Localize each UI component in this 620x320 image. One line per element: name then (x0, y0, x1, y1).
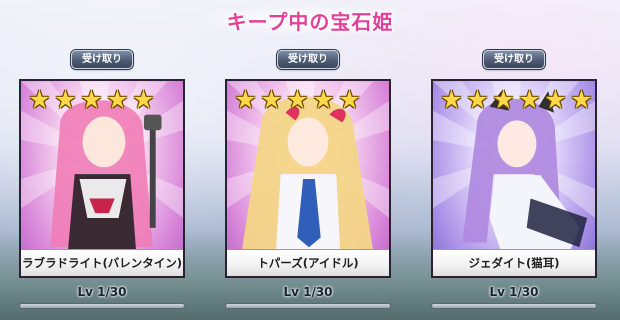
star-icon: ★ (106, 85, 129, 114)
star-icon: ★ (544, 85, 567, 114)
character-card[interactable]: ★ ★ ★ ★ ★ トパーズ(アイドル) (225, 79, 391, 278)
receive-button[interactable]: 受け取り (71, 50, 133, 69)
star-icon: ★ (466, 85, 489, 114)
receive-button[interactable]: 受け取り (483, 50, 545, 69)
keep-slot-1: 受け取り ★ ★ ★ ★ ★ ラブラドライト(バレンタイン) Lv 1/30 (19, 50, 185, 310)
star-icon: ★ (28, 85, 51, 114)
star-icon: ★ (80, 85, 103, 114)
character-card[interactable]: ★ ★ ★ ★ ★ ラブラドライト(バレンタイン) (19, 79, 185, 278)
star-icon: ★ (440, 85, 463, 114)
rarity-stars: ★ ★ ★ ★ ★ ★ (439, 87, 594, 112)
exp-bar (431, 303, 597, 309)
star-icon: ★ (312, 85, 335, 114)
page-title: キープ中の宝石姫 (226, 10, 394, 34)
keep-slot-2: 受け取り ★ ★ ★ ★ ★ トパーズ(アイドル) Lv 1/30 (225, 50, 391, 310)
exp-bar (19, 303, 185, 309)
character-card[interactable]: ★ ★ ★ ★ ★ ★ ジェダイト(猫耳) (431, 79, 597, 278)
star-icon: ★ (570, 85, 593, 114)
star-icon: ★ (338, 85, 361, 114)
receive-button[interactable]: 受け取り (277, 50, 339, 69)
rarity-stars: ★ ★ ★ ★ ★ (233, 87, 362, 112)
character-name: ジェダイト(猫耳) (433, 249, 595, 276)
character-level: Lv 1/30 (77, 285, 127, 299)
star-icon: ★ (260, 85, 283, 114)
character-level: Lv 1/30 (283, 285, 333, 299)
star-icon: ★ (234, 85, 257, 114)
keep-slot-3: 受け取り ★ ★ ★ ★ ★ ★ ジェダイト(猫耳) Lv 1/30 (431, 50, 597, 310)
character-name: トパーズ(アイドル) (227, 249, 389, 276)
star-icon: ★ (54, 85, 77, 114)
star-icon: ★ (492, 85, 515, 114)
star-icon: ★ (286, 85, 309, 114)
exp-bar (225, 303, 391, 309)
star-icon: ★ (132, 85, 155, 114)
character-level: Lv 1/30 (489, 285, 539, 299)
character-name: ラブラドライト(バレンタイン) (21, 249, 183, 276)
rarity-stars: ★ ★ ★ ★ ★ (27, 87, 156, 112)
star-icon: ★ (518, 85, 541, 114)
